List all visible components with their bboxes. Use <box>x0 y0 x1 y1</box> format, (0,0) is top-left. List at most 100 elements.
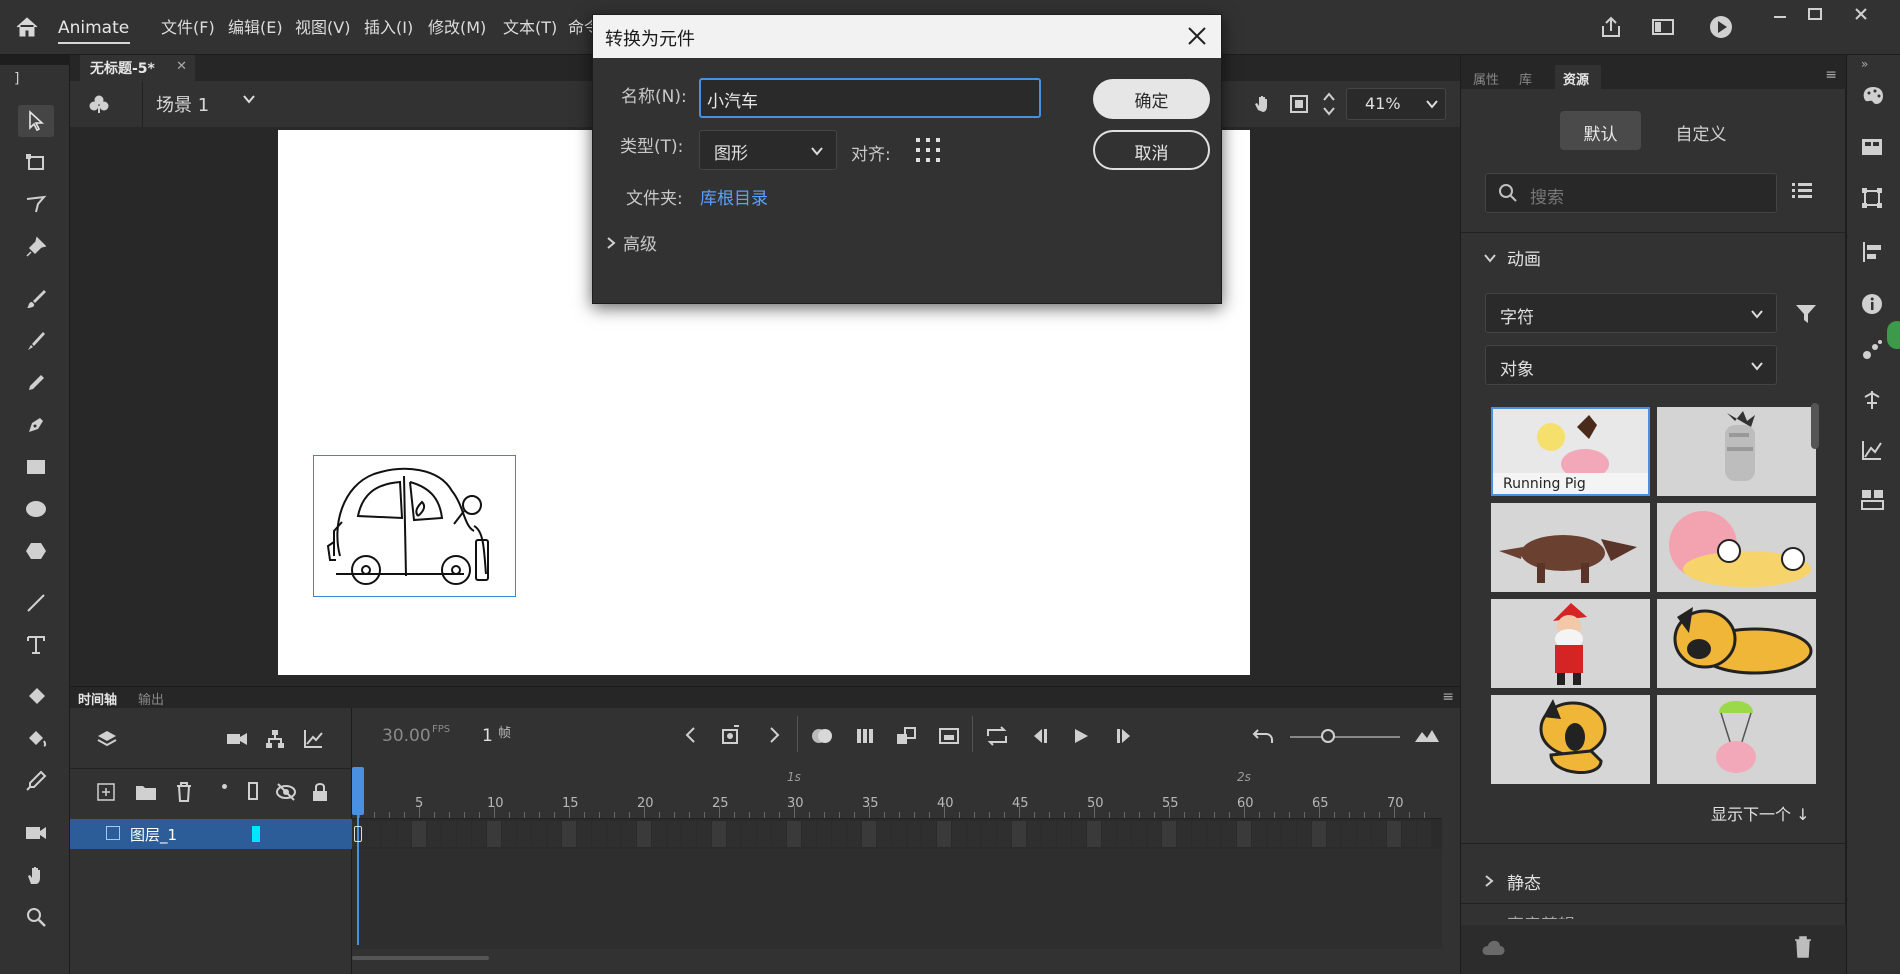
frame-cell[interactable] <box>502 821 516 847</box>
highlight-layer-icon[interactable] <box>222 784 227 789</box>
frame-cell[interactable] <box>967 821 981 847</box>
timeline-zoom-slider-handle[interactable] <box>1321 729 1335 743</box>
current-frame[interactable]: 1 <box>482 726 493 746</box>
frame-cell[interactable] <box>487 821 501 847</box>
close-dialog-icon[interactable] <box>1187 26 1207 46</box>
layer-color-swatch[interactable] <box>252 826 260 842</box>
frame-cell[interactable] <box>1132 821 1146 847</box>
frame-cell[interactable] <box>412 821 426 847</box>
frame-cell[interactable] <box>1252 821 1266 847</box>
insert-keyframe-icon[interactable] <box>720 724 742 750</box>
frame-cell[interactable] <box>1042 821 1056 847</box>
frame-cell[interactable] <box>472 821 486 847</box>
filter-icon[interactable] <box>1795 303 1817 329</box>
eyedropper-tool-icon[interactable] <box>18 765 54 797</box>
asset-thumb-parachute-pig[interactable] <box>1657 695 1816 784</box>
menu-text[interactable]: 文本(T) <box>503 14 557 38</box>
section-animation-title[interactable]: 动画 <box>1507 245 1541 270</box>
frame-cell[interactable] <box>1207 821 1221 847</box>
line-tool-icon[interactable] <box>18 587 54 619</box>
fit-stage-icon[interactable] <box>1286 91 1312 117</box>
frame-cell[interactable] <box>1387 821 1401 847</box>
zoom-tool-icon[interactable] <box>18 901 54 933</box>
pin-tool-icon[interactable] <box>18 231 54 263</box>
menu-file[interactable]: 文件(F) <box>161 14 215 38</box>
layers-icon[interactable] <box>92 724 122 754</box>
tab-output[interactable]: 输出 <box>138 689 164 708</box>
frame-cell[interactable] <box>562 821 576 847</box>
text-tool-icon[interactable] <box>18 629 54 661</box>
rectangle-tool-icon[interactable] <box>18 451 54 483</box>
minimize-icon[interactable] <box>1765 4 1795 24</box>
frame-cell[interactable] <box>1057 821 1071 847</box>
workspace-icon[interactable] <box>1648 12 1678 42</box>
trash-icon[interactable] <box>1793 935 1813 963</box>
menu-view[interactable]: 视图(V) <box>295 14 350 38</box>
camera-icon[interactable] <box>222 724 252 754</box>
frame-cell[interactable] <box>1237 821 1251 847</box>
frame-cell[interactable] <box>1027 821 1041 847</box>
frame-cell[interactable] <box>667 821 681 847</box>
close-window-icon[interactable] <box>1846 4 1876 24</box>
asset-thumb-dog-lying[interactable] <box>1657 599 1816 688</box>
frame-cell[interactable] <box>997 821 1011 847</box>
pencil-tool-icon[interactable] <box>18 367 54 399</box>
folder-link[interactable]: 库根目录 <box>700 184 768 209</box>
fit-timeline-icon[interactable] <box>1414 728 1440 748</box>
frame-cell[interactable] <box>1072 821 1086 847</box>
menu-modify[interactable]: 修改(M) <box>428 14 486 38</box>
frame-cell[interactable] <box>802 821 816 847</box>
frame-cell[interactable] <box>682 821 696 847</box>
cancel-button[interactable]: 取消 <box>1093 130 1210 170</box>
hand-tool-icon[interactable] <box>18 859 54 891</box>
edit-multiple-frames-icon[interactable] <box>855 726 877 750</box>
motion-presets-icon[interactable] <box>1861 339 1883 365</box>
scene-name[interactable]: 场景 1 <box>156 91 209 117</box>
free-transform-tool-icon[interactable] <box>18 147 54 179</box>
frame-cell[interactable] <box>832 821 846 847</box>
transform-icon[interactable] <box>1861 187 1883 213</box>
frame-cell[interactable] <box>382 821 396 847</box>
frame-cell[interactable] <box>847 821 861 847</box>
frame-cell[interactable] <box>637 821 651 847</box>
frame-cell[interactable] <box>547 821 561 847</box>
frame-cell[interactable] <box>427 821 441 847</box>
frame-cell[interactable] <box>457 821 471 847</box>
section-sound-clips-title[interactable]: 声音剪辑 <box>1507 911 1575 919</box>
collapse-icon[interactable]: » <box>1861 57 1868 71</box>
frame-cell[interactable] <box>772 821 786 847</box>
step-back-icon[interactable] <box>1030 727 1050 749</box>
panel-menu-icon[interactable]: ≡ <box>1825 67 1837 83</box>
frame-cell[interactable] <box>1087 821 1101 847</box>
frame-cell[interactable] <box>742 821 756 847</box>
show-more-link[interactable]: 显示下一个 ↓ <box>1711 801 1810 825</box>
section-chevron-down-icon[interactable] <box>1483 250 1497 269</box>
menu-edit[interactable]: 编辑(E) <box>228 14 283 38</box>
asset-thumb-mummy[interactable] <box>1657 407 1816 496</box>
frame-cell[interactable] <box>1012 821 1026 847</box>
menu-insert[interactable]: 插入(I) <box>364 14 413 38</box>
prev-frame-chevron-icon[interactable] <box>683 725 697 749</box>
frame-cell[interactable] <box>1192 821 1206 847</box>
info-icon[interactable] <box>1861 293 1883 319</box>
maximize-icon[interactable] <box>1800 4 1830 24</box>
timeline-menu-icon[interactable]: ≡ <box>1442 689 1454 705</box>
list-view-icon[interactable] <box>1791 181 1813 205</box>
insert-blank-keyframe-icon[interactable] <box>938 726 960 750</box>
align-icon[interactable] <box>1861 241 1883 267</box>
section-chevron-right-icon[interactable] <box>1483 873 1495 892</box>
toggle-default[interactable]: 默认 <box>1560 111 1641 150</box>
paint-brush-tool-icon[interactable] <box>18 283 54 315</box>
frame-cell[interactable] <box>1117 821 1131 847</box>
add-layer-icon[interactable] <box>92 778 120 806</box>
eraser-tool-icon[interactable] <box>18 681 54 713</box>
frame-cell[interactable] <box>877 821 891 847</box>
edit-symbols-icon[interactable] <box>86 91 112 117</box>
character-dropdown[interactable]: 字符 <box>1485 293 1777 333</box>
frame-cell[interactable] <box>592 821 606 847</box>
frame-cell[interactable] <box>1357 821 1371 847</box>
lock-layers-icon[interactable] <box>306 778 334 806</box>
assets-scrollbar[interactable] <box>1811 403 1819 449</box>
asset-thumb-dog-sitting[interactable] <box>1491 695 1650 784</box>
frame-cell[interactable] <box>862 821 876 847</box>
